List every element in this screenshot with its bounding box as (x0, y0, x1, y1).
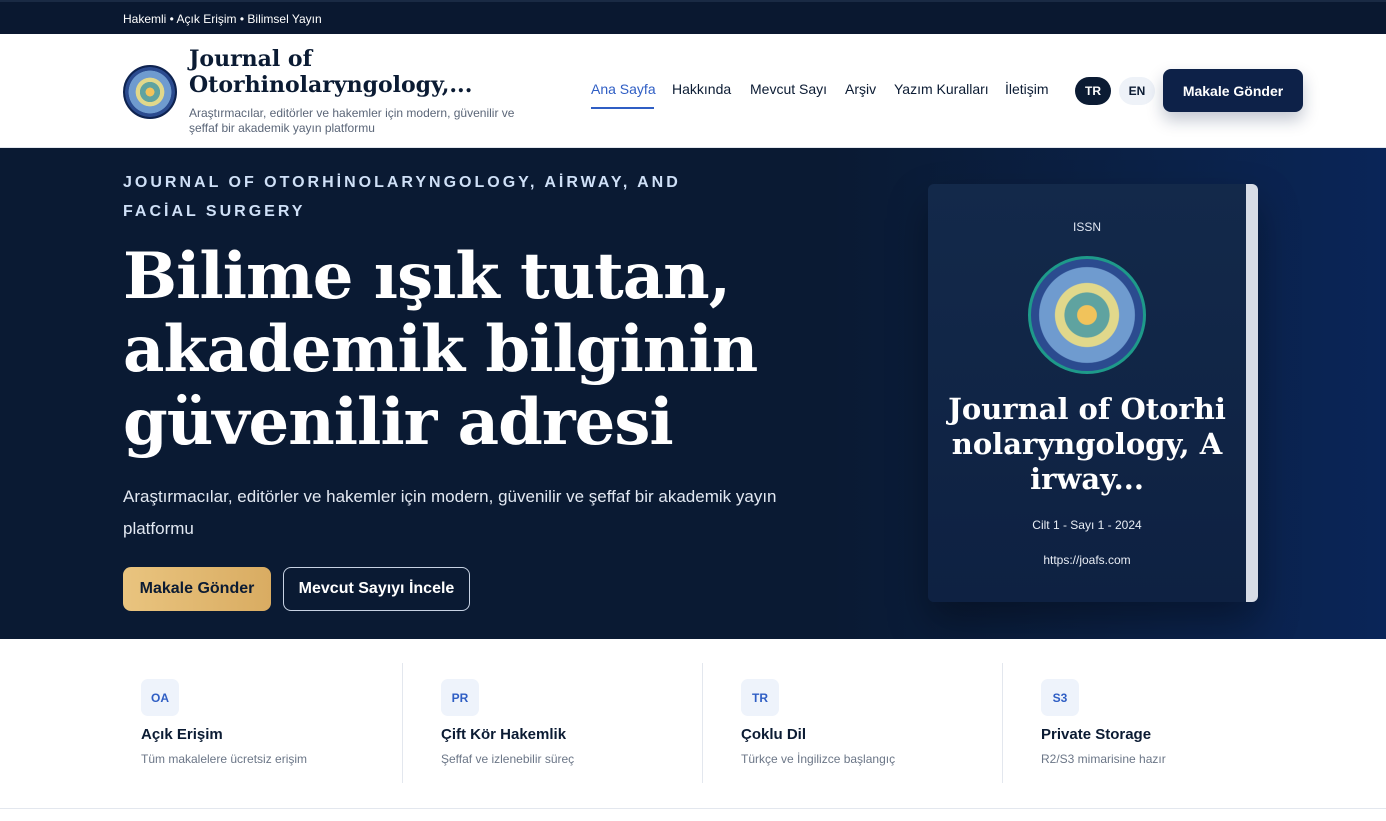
feature-badge: S3 (1041, 679, 1079, 716)
feature-description: Şeffaf ve izlenebilir süreç (441, 752, 575, 766)
section-divider (0, 808, 1386, 809)
top-bar-text: Hakemli • Açık Erişim • Bilimsel Yayın (123, 12, 322, 26)
journal-cover-card[interactable]: ISSN Journal of Otorhinolaryngology, Air… (928, 184, 1258, 602)
feature-title: Çift Kör Hakemlik (441, 726, 567, 743)
feature-title: Private Storage (1041, 726, 1152, 743)
nav-item-about[interactable]: Hakkında (672, 81, 731, 97)
submit-article-button[interactable]: Makale Gönder (123, 567, 271, 611)
feature-badge: OA (141, 679, 179, 716)
feature-title: Açık Erişim (141, 726, 223, 743)
feature-badge: TR (741, 679, 779, 716)
features-row: OA Açık Erişim Tüm makalelere ücretsiz e… (123, 663, 1303, 783)
feature-peer-review: PR Çift Kör Hakemlik Şeffaf ve izlenebil… (423, 663, 703, 783)
journal-title[interactable]: Journal of Otorhinolaryngology,... (189, 46, 529, 98)
view-current-issue-button[interactable]: Mevcut Sayıyı İncele (283, 567, 470, 611)
feature-description: Türkçe ve İngilizce başlangıç (741, 752, 896, 766)
feature-open-access: OA Açık Erişim Tüm makalelere ücretsiz e… (123, 663, 403, 783)
cover-spine (1246, 184, 1258, 602)
language-en-button[interactable]: EN (1119, 77, 1155, 105)
feature-divider (402, 663, 403, 783)
language-tr-button[interactable]: TR (1075, 77, 1111, 105)
nav-item-author-guidelines[interactable]: Yazım Kuralları (894, 81, 989, 97)
feature-multilingual: TR Çoklu Dil Türkçe ve İngilizce başlang… (723, 663, 1003, 783)
hero-eyebrow: JOURNAL OF OTORHİNOLARYNGOLOGY, AİRWAY, … (123, 174, 681, 220)
nav-item-contact[interactable]: İletişim (1005, 81, 1049, 97)
cover-title: Journal of Otorhinolaryngology, Airway..… (948, 392, 1226, 496)
top-announcement-bar: Hakemli • Açık Erişim • Bilimsel Yayın (0, 0, 1386, 34)
feature-title: Çoklu Dil (741, 726, 807, 743)
seahorse-logo-icon[interactable] (123, 65, 177, 119)
site-header: Journal of Otorhinolaryngology,... Araşt… (0, 34, 1386, 148)
feature-private-storage: S3 Private Storage R2/S3 mimarisine hazı… (1023, 663, 1303, 783)
nav-item-home[interactable]: Ana Sayfa (591, 81, 656, 97)
feature-description: Tüm makalelere ücretsiz erişim (141, 752, 308, 766)
feature-divider (702, 663, 703, 783)
active-nav-indicator (591, 107, 654, 109)
nav-item-archive[interactable]: Arşiv (845, 81, 876, 97)
submit-article-header-button[interactable]: Makale Gönder (1163, 69, 1303, 112)
feature-badge: PR (441, 679, 479, 716)
cover-volume-issue: Cilt 1 - Sayı 1 - 2024 (1032, 518, 1142, 532)
feature-description: R2/S3 mimarisine hazır (1041, 752, 1166, 766)
nav-item-current-issue[interactable]: Mevcut Sayı (750, 81, 827, 97)
feature-divider (1002, 663, 1003, 783)
hero-description: Araştırmacılar, editörler ve hakemler iç… (123, 487, 777, 538)
cover-issn: ISSN (1072, 220, 1101, 234)
hero-section: JOURNAL OF OTORHİNOLARYNGOLOGY, AİRWAY, … (0, 148, 1386, 639)
cover-seahorse-logo-icon (1028, 256, 1146, 374)
cover-url: https://joafs.com (1043, 553, 1131, 567)
hero-title: Bilime ışık tutan, akademik bilginin güv… (123, 239, 758, 460)
journal-tagline: Araştırmacılar, editörler ve hakemler iç… (189, 106, 515, 135)
